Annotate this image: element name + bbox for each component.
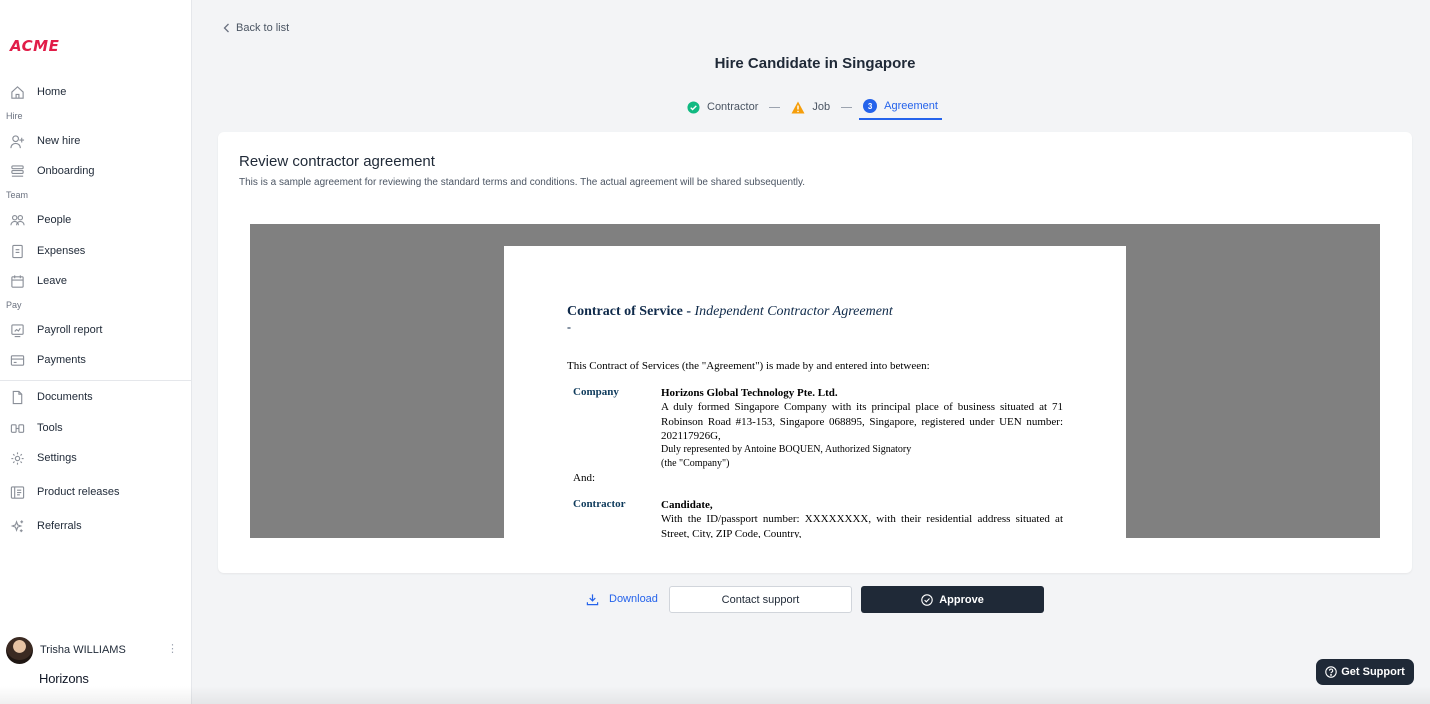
step-number: 3 — [863, 99, 878, 113]
step-job[interactable]: Job — [791, 94, 830, 120]
company-representative: Duly represented by Antoine BOQUEN, Auth… — [661, 444, 912, 456]
avatar — [6, 636, 33, 664]
step-label: Agreement — [884, 100, 938, 112]
bottom-shade — [0, 686, 1430, 704]
company-block: Horizons Global Technology Pte. Ltd. A d… — [661, 386, 1063, 472]
sidebar-item-product-releases[interactable]: Product releases — [0, 479, 191, 505]
approve-button[interactable]: Approve — [861, 586, 1044, 613]
help-circle-icon — [1325, 666, 1337, 678]
step-label: Contractor — [707, 101, 759, 113]
document-icon — [9, 389, 25, 405]
company-name: Horizons — [39, 671, 89, 686]
home-icon — [9, 84, 25, 100]
and-label: And: — [573, 472, 595, 484]
section-label-team: Team — [6, 190, 29, 200]
document-title: Contract of Service - Independent Contra… — [567, 304, 893, 320]
document-title-main: Contract of Service - — [567, 304, 695, 319]
contractor-label: Contractor — [573, 498, 626, 510]
sidebar-item-label: Referrals — [37, 520, 82, 532]
chevron-left-icon — [223, 23, 229, 33]
sidebar-item-label: Product releases — [37, 486, 120, 498]
sidebar-item-label: Payroll report — [37, 324, 103, 336]
document-dash: - — [567, 320, 571, 334]
download-icon — [586, 593, 599, 605]
gear-icon — [9, 450, 25, 466]
company-label: Company — [573, 386, 619, 398]
sidebar-item-label: Home — [37, 86, 67, 98]
calendar-icon — [9, 273, 25, 289]
card-icon — [9, 352, 25, 368]
sidebar-item-label: Onboarding — [37, 165, 95, 177]
receipt-icon — [9, 243, 25, 259]
sidebar-item-label: Documents — [37, 391, 93, 403]
page-title: Hire Candidate in Singapore — [714, 55, 916, 72]
contractor-block: Candidate, With the ID/passport number: … — [661, 498, 1063, 538]
step-separator — [769, 106, 781, 108]
download-label: Download — [609, 593, 658, 605]
check-circle-icon — [686, 100, 700, 114]
company-alias: (the "Company") — [661, 458, 730, 470]
sidebar-item-settings[interactable]: Settings — [0, 445, 191, 471]
document-title-italic: Independent Contractor Agreement — [694, 304, 893, 319]
contractor-name: Candidate, — [661, 499, 713, 511]
sidebar-item-label: New hire — [37, 135, 81, 147]
sidebar-item-expenses[interactable]: Expenses — [0, 238, 191, 264]
document-viewer[interactable]: Contract of Service - Independent Contra… — [250, 224, 1380, 538]
sidebar-item-documents[interactable]: Documents — [0, 384, 191, 410]
step-agreement[interactable]: 3 Agreement — [859, 94, 942, 120]
releases-icon — [9, 484, 25, 500]
check-circle-icon — [921, 593, 933, 606]
sidebar-item-label: People — [37, 214, 72, 226]
document-page: Contract of Service - Independent Contra… — [504, 246, 1126, 538]
sidebar-item-people[interactable]: People — [0, 207, 191, 233]
user-plus-icon — [9, 133, 25, 149]
sidebar-divider — [0, 380, 192, 381]
step-contractor[interactable]: Contractor — [686, 94, 758, 120]
sidebar: ACME Home Hire New hire Onboarding Team … — [0, 0, 192, 704]
sidebar-item-payroll-report[interactable]: Payroll report — [0, 317, 191, 343]
document-intro: This Contract of Services (the "Agreemen… — [567, 360, 930, 372]
get-support-button[interactable]: Get Support — [1316, 659, 1414, 685]
card-subtitle: This is a sample agreement for reviewing… — [239, 177, 806, 188]
approve-label: Approve — [939, 593, 984, 606]
tools-icon — [9, 420, 25, 436]
sidebar-item-label: Payments — [37, 354, 86, 366]
user-name: Trisha WILLIAMS — [40, 644, 126, 656]
company-name-text: Horizons Global Technology Pte. Ltd. — [661, 387, 838, 399]
contractor-description: With the ID/passport number: XXXXXXXX, w… — [661, 513, 1063, 538]
kebab-menu-icon[interactable]: ⋮ — [167, 642, 178, 655]
step-label: Job — [812, 101, 831, 113]
get-support-label: Get Support — [1341, 666, 1405, 678]
sidebar-item-new-hire[interactable]: New hire — [0, 128, 191, 154]
sidebar-item-tools[interactable]: Tools — [0, 415, 191, 441]
card-title: Review contractor agreement — [239, 153, 435, 170]
sidebar-item-leave[interactable]: Leave — [0, 268, 191, 294]
section-label-pay: Pay — [6, 300, 22, 310]
sidebar-item-referrals[interactable]: Referrals — [0, 513, 191, 539]
sidebar-item-home[interactable]: Home — [0, 79, 191, 105]
sidebar-item-label: Tools — [37, 422, 63, 434]
user-menu[interactable]: Trisha WILLIAMS ⋮ — [6, 636, 186, 664]
sidebar-item-label: Settings — [37, 452, 77, 464]
acme-logo[interactable]: ACME — [10, 37, 59, 55]
sidebar-item-label: Leave — [37, 275, 67, 287]
step-number-badge: 3 — [863, 99, 878, 113]
download-button[interactable]: Download — [586, 589, 658, 609]
agreement-card: Review contractor agreement This is a sa… — [218, 132, 1412, 573]
payroll-icon — [9, 322, 25, 338]
back-to-list-link[interactable]: Back to list — [221, 22, 289, 34]
stack-icon — [9, 163, 25, 179]
contact-support-button[interactable]: Contact support — [669, 586, 852, 613]
section-label-hire: Hire — [6, 111, 23, 121]
people-icon — [9, 212, 25, 228]
sidebar-item-onboarding[interactable]: Onboarding — [0, 158, 191, 184]
sidebar-item-payments[interactable]: Payments — [0, 347, 191, 373]
step-separator — [841, 106, 853, 108]
stepper: Contractor Job 3 Agreement — [686, 94, 942, 120]
back-label: Back to list — [236, 22, 290, 34]
company-description: A duly formed Singapore Company with its… — [661, 401, 1063, 442]
sidebar-item-label: Expenses — [37, 245, 86, 257]
warning-icon — [791, 100, 805, 114]
sparkle-icon — [9, 518, 25, 534]
